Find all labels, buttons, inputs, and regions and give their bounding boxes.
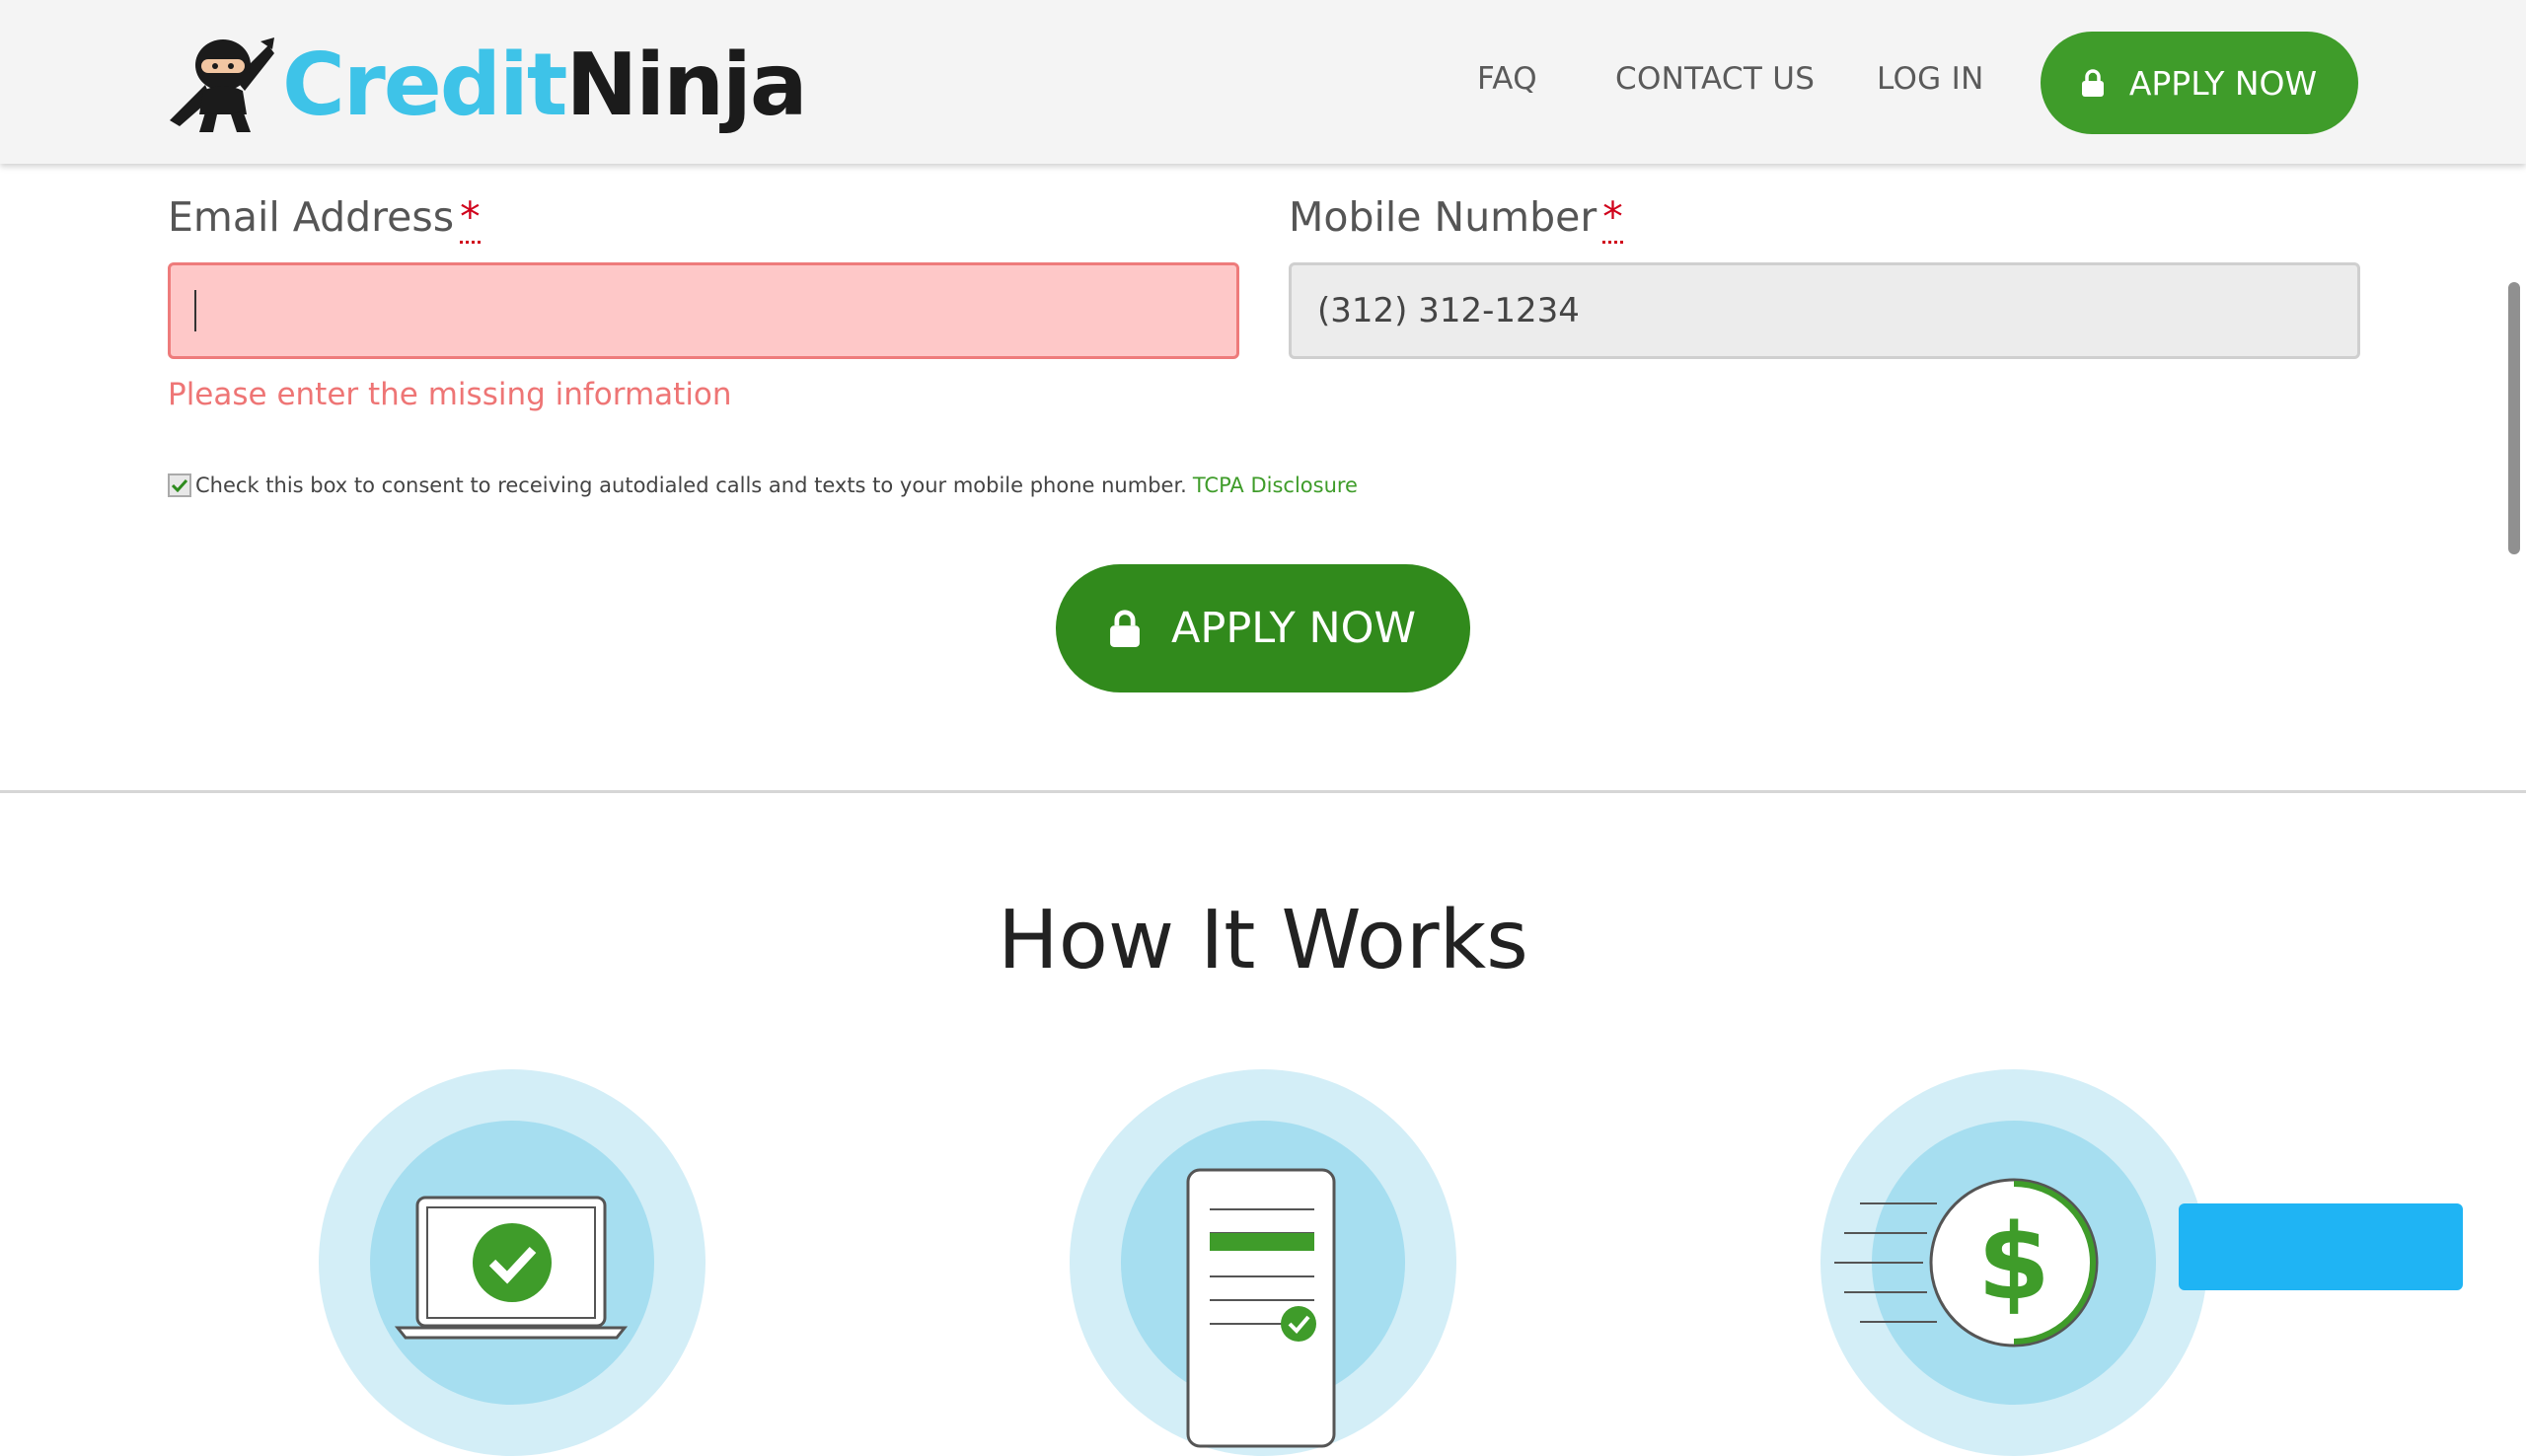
ninja-mascot-icon <box>170 37 274 132</box>
mobile-number-field[interactable]: (312) 312-1234 <box>1289 262 2360 359</box>
tcpa-disclosure-link[interactable]: TCPA Disclosure <box>1193 473 1358 497</box>
checkmark-icon <box>172 478 187 492</box>
consent-row: Check this box to consent to receiving a… <box>168 473 1358 497</box>
apply-now-label: APPLY NOW <box>1171 604 1416 653</box>
laptop-check-icon <box>394 1196 629 1340</box>
step-approve <box>1070 1069 1456 1456</box>
how-it-works-heading: How It Works <box>998 894 1528 987</box>
mobile-label-text: Mobile Number <box>1289 193 1597 241</box>
email-label: Email Address * <box>168 193 481 244</box>
nav-log-in[interactable]: LOG IN <box>1877 61 1984 97</box>
dollar-coin-icon: $ <box>1834 1178 2099 1347</box>
mobile-label: Mobile Number * <box>1289 193 1623 244</box>
header-apply-now-button[interactable]: APPLY NOW <box>2041 32 2358 134</box>
email-label-text: Email Address <box>168 193 455 241</box>
creditninja-logo[interactable]: CreditNinja <box>166 26 808 144</box>
chat-widget-button[interactable] <box>2179 1203 2463 1290</box>
logo-wordmark: CreditNinja <box>282 41 808 128</box>
step-get-funds: $ <box>1820 1069 2207 1456</box>
header-apply-now-label: APPLY NOW <box>2128 63 2318 103</box>
scrollbar-thumb[interactable] <box>2508 282 2520 554</box>
scrollbar[interactable] <box>2504 164 2526 1353</box>
document-check-icon <box>1186 1168 1336 1448</box>
required-marker: * <box>1602 193 1623 244</box>
site-header: CreditNinja FAQ CONTACT US LOG IN APPLY … <box>0 0 2526 164</box>
step-apply <box>319 1069 706 1456</box>
mobile-number-value: (312) 312-1234 <box>1317 291 1580 330</box>
consent-text: Check this box to consent to receiving a… <box>195 473 1187 497</box>
lock-icon <box>1110 610 1140 647</box>
logo-credit: Credit <box>282 34 567 135</box>
apply-now-button[interactable]: APPLY NOW <box>1056 564 1470 692</box>
logo-ninja: Ninja <box>565 34 807 135</box>
text-caret <box>194 290 196 331</box>
email-field[interactable] <box>168 262 1239 359</box>
nav-faq[interactable]: FAQ <box>1477 61 1537 97</box>
section-divider <box>0 790 2526 793</box>
required-marker: * <box>460 193 481 244</box>
email-error-message: Please enter the missing information <box>168 377 732 412</box>
svg-text:$: $ <box>1977 1201 2050 1323</box>
nav-contact-us[interactable]: CONTACT US <box>1615 61 1815 97</box>
consent-checkbox[interactable] <box>168 473 191 497</box>
lock-icon <box>2081 69 2104 97</box>
